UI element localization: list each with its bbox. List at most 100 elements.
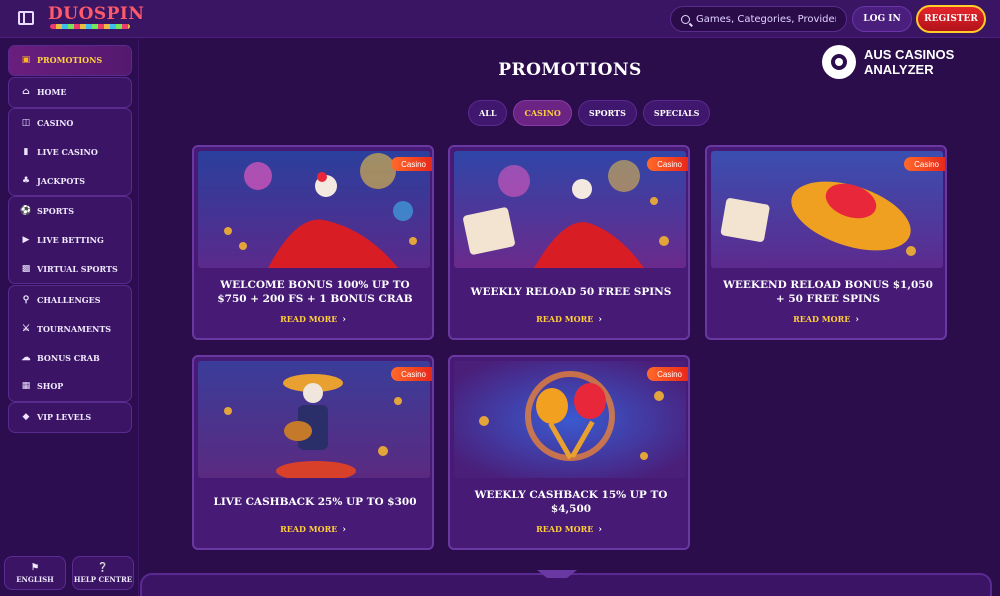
nav-group-promotions: ▣ PROMOTIONS [8, 45, 132, 76]
nav-group-casino: ◫ CASINO ▮ LIVE CASINO ♣ JACKPOTS [8, 108, 132, 197]
flag-icon: ⚑ [30, 562, 40, 573]
tab-casino[interactable]: CASINO [513, 100, 572, 126]
medal-icon: ⚲ [22, 295, 30, 306]
sidebar-item-label: SPORTS [37, 206, 74, 217]
tab-sports[interactable]: SPORTS [577, 100, 637, 126]
promotion-card[interactable]: Casino WELCOME BONUS 100% UP TO $750 + 2… [192, 145, 434, 340]
language-button[interactable]: ⚑ ENGLISH [4, 556, 66, 590]
chevron-right-icon: › [855, 315, 859, 325]
read-more-label: READ MORE [536, 314, 594, 324]
crab-icon: ☁ [21, 352, 31, 363]
login-button[interactable]: LOG IN [852, 6, 912, 32]
promotion-title: WELCOME BONUS 100% UP TO $750 + 200 FS +… [217, 279, 413, 305]
page-title: PROMOTIONS [498, 60, 642, 80]
read-more-link[interactable]: READ MORE › [707, 314, 945, 325]
promotion-title: WEEKLY RELOAD 50 FREE SPINS [470, 286, 672, 298]
watermark-text: AUS CASINOS ANALYZER [864, 47, 954, 77]
category-badge: Casino [391, 157, 432, 171]
nav-group-rewards: ⚲ CHALLENGES ⚔ TOURNAMENTS ☁ BONUS CRAB … [8, 285, 132, 402]
help-centre-button[interactable]: ❔ HELP CENTRE [72, 556, 134, 590]
category-badge: Casino [647, 367, 688, 381]
language-label: ENGLISH [16, 574, 54, 584]
category-badge: Casino [904, 157, 945, 171]
home-icon: ⌂ [22, 87, 30, 98]
read-more-link[interactable]: READ MORE › [194, 524, 432, 535]
ball-icon: ⚽ [20, 206, 32, 217]
search-input[interactable] [696, 13, 836, 25]
sidebar-item-label: TOURNAMENTS [37, 324, 112, 335]
sidebar-item-label: PROMOTIONS [37, 55, 103, 66]
sidebar-item-virtual-sports[interactable]: ▩ VIRTUAL SPORTS [9, 254, 131, 283]
nav-group-home: ⌂ HOME [8, 77, 132, 108]
read-more-label: READ MORE [536, 524, 594, 534]
tab-specials[interactable]: SPECIALS [642, 100, 711, 126]
sidebar-item-label: CASINO [37, 118, 74, 129]
sidebar-item-label: SHOP [37, 381, 64, 392]
register-button[interactable]: REGISTER [916, 5, 986, 33]
read-more-link[interactable]: READ MORE › [450, 524, 688, 535]
tab-all[interactable]: ALL [468, 100, 508, 126]
category-badge: Casino [391, 367, 432, 381]
search-icon [681, 14, 690, 24]
chevron-right-icon: › [342, 315, 346, 325]
bag-icon: ▦ [21, 381, 31, 392]
sidebar-item-tournaments[interactable]: ⚔ TOURNAMENTS [9, 315, 131, 344]
sidebar-item-live-casino[interactable]: ▮ LIVE CASINO [9, 138, 131, 167]
help-label: HELP CENTRE [73, 574, 133, 584]
chevron-right-icon: › [598, 525, 602, 535]
chevron-right-icon: › [342, 525, 346, 535]
nav-group-sports: ⚽ SPORTS ▶ LIVE BETTING ▩ VIRTUAL SPORTS [8, 196, 132, 285]
nav-group-vip: ◆ VIP LEVELS [8, 402, 132, 433]
sidebar-item-shop[interactable]: ▦ SHOP [9, 372, 131, 401]
top-header: DUOSPIN LOG IN REGISTER [0, 0, 1000, 38]
card-icon: ▮ [23, 147, 29, 158]
chevron-right-icon: › [598, 315, 602, 325]
sidebar-item-casino[interactable]: ◫ CASINO [9, 109, 131, 138]
slot-icon: ◫ [21, 118, 31, 129]
watermark-logo: AUS CASINOS ANALYZER [822, 45, 954, 79]
sidebar-item-label: VIP LEVELS [37, 412, 92, 423]
play-icon: ▶ [22, 235, 30, 246]
sidebar-item-sports[interactable]: ⚽ SPORTS [9, 197, 131, 226]
sidebar-item-label: LIVE CASINO [37, 147, 98, 158]
clover-icon: ♣ [21, 175, 31, 186]
sidebar-item-label: BONUS CRAB [37, 352, 100, 363]
sidebar-item-bonus-crab[interactable]: ☁ BONUS CRAB [9, 343, 131, 372]
diamond-icon: ◆ [22, 412, 30, 423]
trophy-icon: ⚔ [21, 324, 31, 335]
logo-decoration [50, 24, 130, 29]
sidebar-item-label: LIVE BETTING [37, 235, 104, 246]
search-box[interactable] [670, 6, 847, 32]
sidebar-item-home[interactable]: ⌂ HOME [9, 78, 131, 107]
read-more-label: READ MORE [280, 314, 338, 324]
footer-expand-handle[interactable] [537, 570, 577, 580]
read-more-link[interactable]: READ MORE › [450, 314, 688, 325]
promotion-card[interactable]: Casino WEEKLY CASHBACK 15% UP TO $4,500 … [448, 355, 690, 550]
read-more-label: READ MORE [280, 524, 338, 534]
promotion-title: LIVE CASHBACK 25% UP TO $300 [213, 496, 417, 508]
promotion-title: WEEKLY CASHBACK 15% UP TO $4,500 [474, 489, 668, 515]
promotion-card[interactable]: Casino WEEKLY RELOAD 50 FREE SPINS READ … [448, 145, 690, 340]
help-icon: ❔ [97, 562, 109, 573]
sidebar-item-label: HOME [37, 87, 67, 98]
promotion-filter-tabs: ALL CASINO SPORTS SPECIALS [468, 100, 711, 126]
sidebar: ▣ PROMOTIONS ⌂ HOME ◫ CASINO ▮ LIVE CASI… [0, 39, 139, 596]
category-badge: Casino [647, 157, 688, 171]
sidebar-item-jackpots[interactable]: ♣ JACKPOTS [9, 166, 131, 195]
sidebar-item-label: JACKPOTS [37, 175, 86, 186]
promotion-card[interactable]: Casino WEEKEND RELOAD BONUS $1,050 + 50 … [705, 145, 947, 340]
sidebar-toggle-icon[interactable] [18, 11, 34, 25]
promotion-card[interactable]: Casino LIVE CASHBACK 25% UP TO $300 READ… [192, 355, 434, 550]
read-more-link[interactable]: READ MORE › [194, 314, 432, 325]
sidebar-item-vip-levels[interactable]: ◆ VIP LEVELS [9, 403, 131, 432]
promotion-title: WEEKEND RELOAD BONUS $1,050 + 50 FREE SP… [723, 279, 933, 305]
sidebar-item-label: VIRTUAL SPORTS [37, 263, 118, 274]
sidebar-item-label: CHALLENGES [37, 295, 101, 306]
read-more-label: READ MORE [793, 314, 851, 324]
sidebar-item-challenges[interactable]: ⚲ CHALLENGES [9, 286, 131, 315]
sidebar-item-live-betting[interactable]: ▶ LIVE BETTING [9, 226, 131, 255]
poker-chip-icon [822, 45, 856, 79]
sidebar-item-promotions[interactable]: ▣ PROMOTIONS [9, 46, 131, 75]
monitor-icon: ▩ [21, 263, 31, 274]
gift-icon: ▣ [21, 55, 31, 66]
